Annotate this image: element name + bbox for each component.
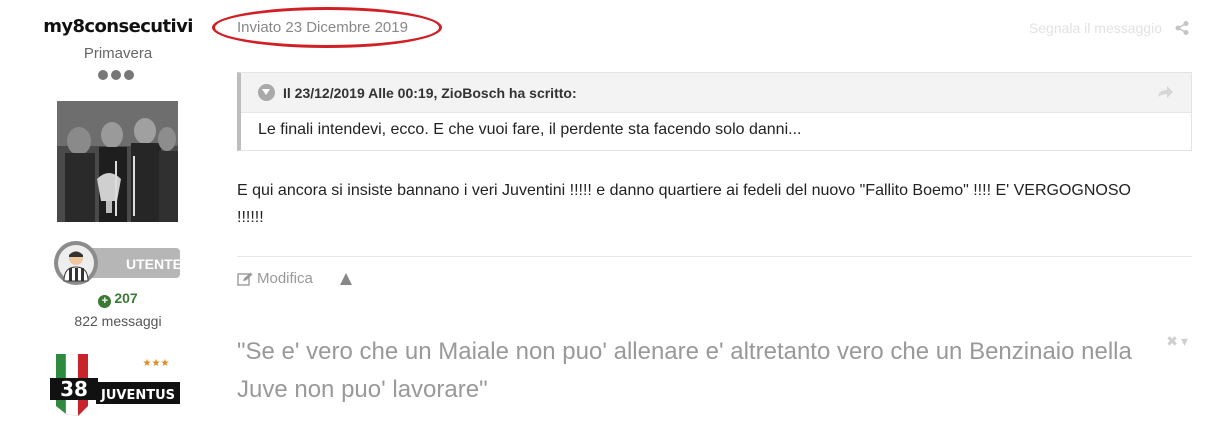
signature: "Se e' vero che un Maiale non puo' allen… [237,338,1132,403]
rank-pips [98,70,134,80]
quote-citation: Il 23/12/2019 Alle 00:19, ZioBosch ha sc… [283,84,577,101]
share-icon[interactable] [1174,20,1190,36]
signature-controls[interactable]: ✖ ▾ [1166,333,1188,350]
team-name: JUVENTUS [100,388,175,403]
post-divider [237,256,1192,257]
rank-pip [111,70,121,80]
rank-pip [98,70,108,80]
post-body: E qui ancora si insiste bannano i veri J… [237,182,1131,226]
rank-pip [124,70,134,80]
quote-text: Le finali intendevi, ecco. E che vuoi fa… [258,121,802,138]
team-stars: ★★★ [143,358,170,369]
edit-icon [237,272,253,286]
team-logo: 38 JUVENTUS ★★★ [50,353,182,418]
chevron-down-icon[interactable]: ▾ [1181,333,1188,350]
reputation-value: 207 [114,290,138,306]
edit-label: Modifica [257,270,313,287]
author-avatar[interactable] [57,101,178,222]
plus-icon: + [98,295,112,308]
edit-button[interactable]: Modifica [237,270,313,287]
vote-up-icon[interactable] [339,272,353,286]
team-number: 38 [60,377,88,401]
message-count: 822 messaggi [74,313,162,329]
author-username[interactable]: my8consecutivi [30,16,206,37]
post-date[interactable]: Inviato 23 Dicembre 2019 [237,19,408,36]
reputation: +207 [30,290,206,308]
quote-block: Il 23/12/2019 Alle 00:19, ZioBosch ha sc… [237,72,1192,151]
user-group-badge: UTENTE [54,240,182,286]
quote-header: Il 23/12/2019 Alle 00:19, ZioBosch ha sc… [241,73,1191,113]
hide-signature-icon[interactable]: ✖ [1166,333,1178,350]
quote-toggle-icon[interactable] [258,84,275,101]
author-rank: Primavera [83,45,153,62]
report-post-link[interactable]: Segnala il messaggio [1029,20,1162,36]
avatar-photo [57,101,178,222]
quote-jump-icon[interactable] [1155,82,1175,102]
badge-label: UTENTE [126,256,182,272]
